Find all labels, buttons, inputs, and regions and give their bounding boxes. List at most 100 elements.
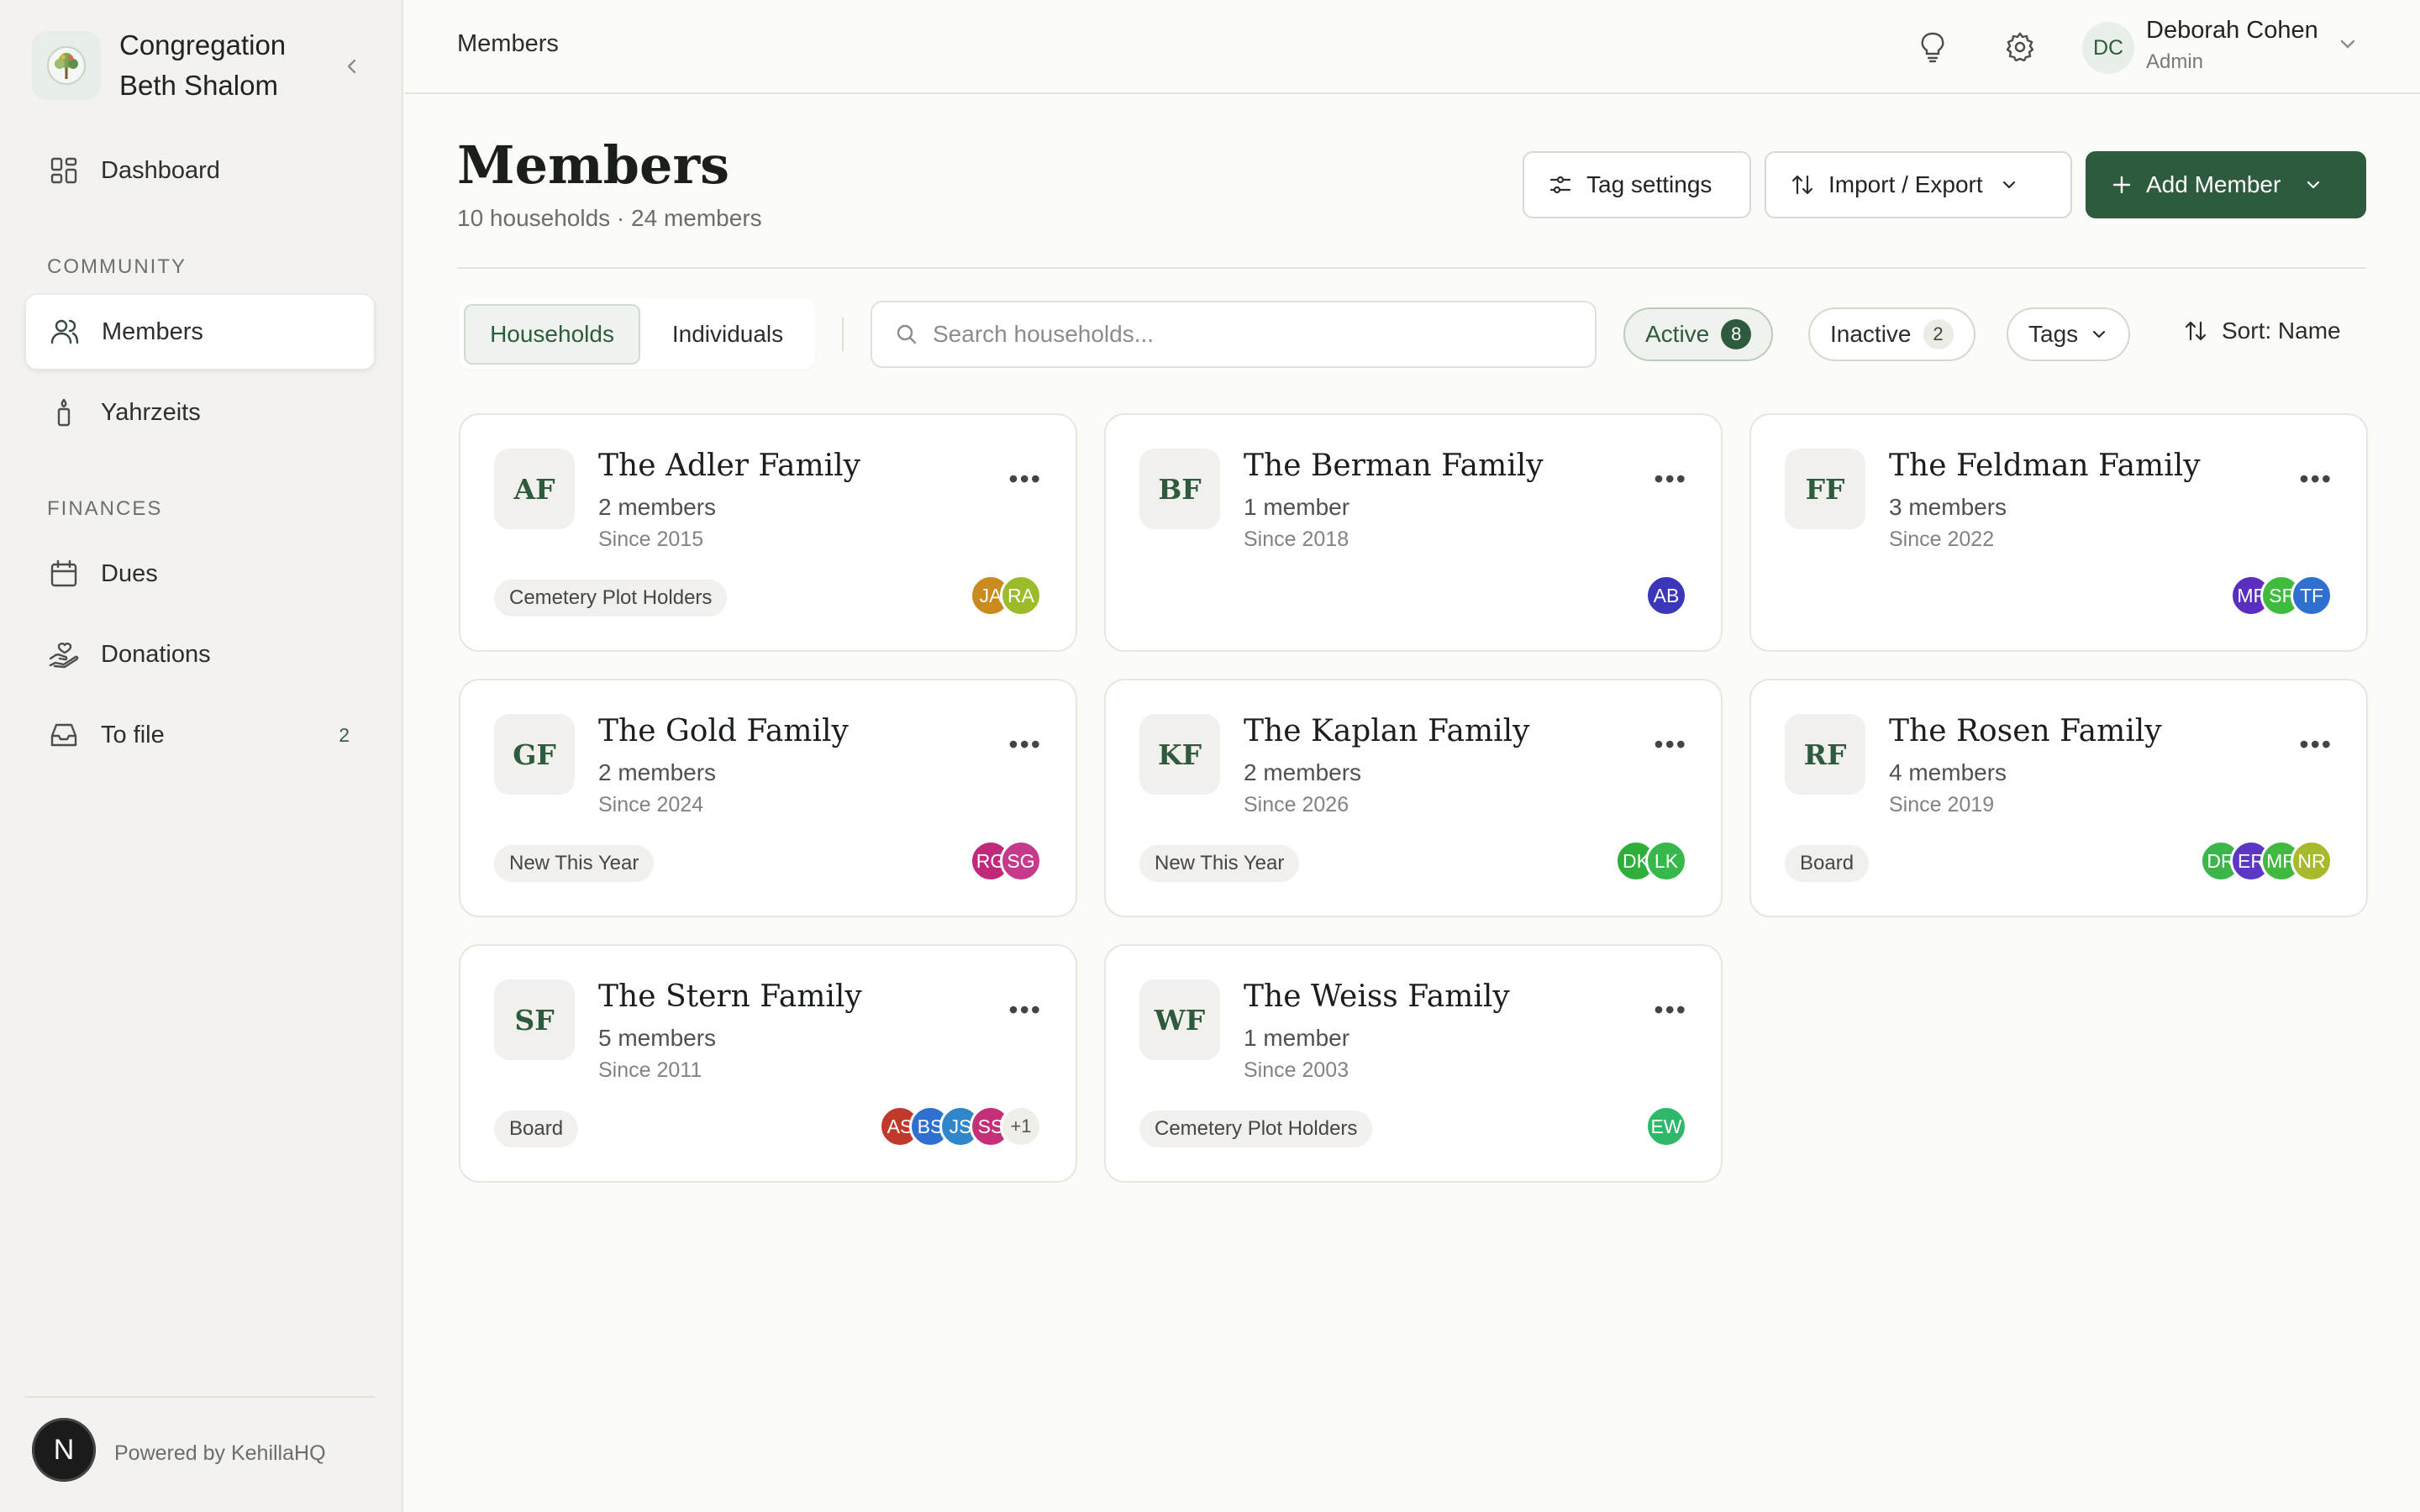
member-avatar: TF [2291, 575, 2333, 617]
household-tag: Board [1785, 845, 1870, 882]
sidebar-divider [25, 1396, 375, 1398]
household-name[interactable]: The Adler Family [598, 449, 860, 483]
user-avatar[interactable]: DC [2082, 22, 2134, 74]
sidebar-item-label: Dues [101, 559, 158, 587]
sidebar-item-label: Donations [101, 640, 211, 668]
household-monogram: AF [494, 449, 575, 529]
household-since: Since 2024 [598, 793, 704, 816]
hand-heart-icon [47, 638, 81, 671]
user-name[interactable]: Deborah Cohen [2146, 17, 2318, 45]
sliders-icon [1549, 176, 1571, 194]
active-filter-label: Active [1645, 321, 1710, 347]
more-options-icon[interactable]: ••• [1654, 729, 1687, 760]
inactive-filter-label: Inactive [1830, 321, 1912, 347]
household-member-count: 3 members [1889, 494, 2007, 520]
import-export-label: Import / Export [1828, 171, 1983, 197]
lightbulb-icon[interactable] [1914, 29, 1951, 66]
household-card[interactable]: FF The Feldman Family 3 members Since 2022 •… [1749, 413, 2368, 652]
topbar: Members DC Deborah Cohen Admin [405, 0, 2420, 94]
more-options-icon[interactable]: ••• [2299, 464, 2333, 495]
household-monogram: WF [1139, 979, 1220, 1060]
household-card[interactable]: SF The Stern Family 5 members Since 2011 •••… [459, 944, 1077, 1183]
household-member-count: 1 member [1244, 1025, 1350, 1051]
household-card[interactable]: AF The Adler Family 2 members Since 2015 •••… [459, 413, 1077, 652]
page-title: Members [457, 134, 730, 196]
sidebar-item-to-file[interactable]: To file 2 [25, 697, 375, 773]
household-name[interactable]: The Feldman Family [1889, 449, 2201, 483]
more-options-icon[interactable]: ••• [1008, 995, 1042, 1026]
filter-divider [842, 318, 844, 351]
tab-individuals[interactable]: Individuals [645, 304, 810, 365]
household-name[interactable]: The Gold Family [598, 714, 849, 748]
chevron-down-icon[interactable] [2338, 34, 2358, 58]
gear-icon[interactable] [2002, 29, 2039, 66]
chevron-down-icon [2093, 330, 2106, 339]
sidebar-item-label: Yahrzeits [101, 398, 201, 426]
n-launcher-button[interactable]: N [32, 1418, 96, 1482]
sidebar-item-yahrzeits[interactable]: Yahrzeits [25, 375, 375, 450]
household-card[interactable]: BF The Berman Family 1 member Since 2018 •••… [1104, 413, 1723, 652]
sidebar: Congregation Beth Shalom Dashboard COMMU… [0, 0, 403, 1512]
household-name[interactable]: The Rosen Family [1889, 714, 2162, 748]
member-avatar: EW [1645, 1105, 1687, 1147]
tag-settings-button[interactable]: Tag settings [1523, 151, 1751, 218]
sidebar-item-donations[interactable]: Donations [25, 617, 375, 692]
org-name-line1: Congregation [119, 29, 287, 60]
household-member-count: 2 members [598, 494, 717, 520]
search-input[interactable] [933, 321, 1571, 348]
more-members-badge: +1 [1000, 1105, 1042, 1147]
tag-settings-label: Tag settings [1586, 171, 1712, 197]
swap-vertical-icon [1791, 175, 1813, 195]
member-avatar: SG [1000, 840, 1042, 882]
org-header[interactable]: Congregation Beth Shalom [32, 25, 286, 106]
household-since: Since 2011 [598, 1058, 702, 1082]
page-subtitle: 10 households · 24 members [457, 205, 762, 231]
sort-button[interactable]: Sort: Name [2183, 318, 2341, 344]
active-count-badge: 8 [1721, 319, 1752, 349]
more-options-icon[interactable]: ••• [2299, 729, 2333, 760]
household-name[interactable]: The Berman Family [1244, 449, 1544, 483]
household-name[interactable]: The Weiss Family [1244, 979, 1510, 1014]
search-box [871, 301, 1597, 368]
household-since: Since 2022 [1889, 528, 1995, 551]
household-name[interactable]: The Kaplan Family [1244, 714, 1529, 748]
sidebar-item-members[interactable]: Members [25, 294, 375, 370]
chevron-down-icon[interactable] [2304, 176, 2323, 194]
household-name[interactable]: The Stern Family [598, 979, 862, 1014]
active-filter-pill[interactable]: Active 8 [1623, 307, 1774, 361]
more-options-icon[interactable]: ••• [1008, 729, 1042, 760]
view-toggle: Households Individuals [459, 299, 815, 370]
sidebar-item-label: Members [102, 318, 203, 345]
household-member-count: 2 members [1244, 759, 1362, 785]
more-options-icon[interactable]: ••• [1008, 464, 1042, 495]
powered-by-text: Powered by KehillaHQ [114, 1441, 326, 1465]
sort-icon [2185, 321, 2207, 341]
sidebar-item-dues[interactable]: Dues [25, 536, 375, 612]
household-since: Since 2026 [1244, 793, 1349, 816]
user-role: Admin [2146, 50, 2204, 73]
household-card[interactable]: KF The Kaplan Family 2 members Since 2026 ••… [1104, 679, 1723, 917]
household-member-count: 2 members [598, 759, 717, 785]
more-options-icon[interactable]: ••• [1654, 464, 1687, 495]
household-card[interactable]: WF The Weiss Family 1 member Since 2003 ••• C… [1104, 944, 1723, 1183]
household-member-count: 1 member [1244, 494, 1350, 520]
household-monogram: BF [1139, 449, 1220, 529]
org-logo [32, 31, 101, 100]
breadcrumb: Members [457, 30, 559, 57]
household-card[interactable]: RF The Rosen Family 4 members Since 2019 •••… [1749, 679, 2368, 917]
household-since: Since 2019 [1889, 793, 1995, 816]
collapse-sidebar-button[interactable] [338, 52, 366, 81]
sidebar-item-dashboard[interactable]: Dashboard [25, 133, 375, 208]
household-tag: New This Year [1139, 845, 1300, 882]
chevron-left-icon [347, 59, 356, 74]
member-avatar-stack: SG RG [970, 840, 1042, 887]
add-member-button[interactable]: Add Member [2086, 151, 2366, 218]
tab-households[interactable]: Households [464, 304, 640, 365]
household-since: Since 2003 [1244, 1058, 1349, 1082]
to-file-count-badge: 2 [339, 723, 350, 746]
tags-filter-dropdown[interactable]: Tags [2007, 307, 2131, 361]
inactive-filter-pill[interactable]: Inactive 2 [1808, 307, 1975, 361]
household-card[interactable]: GF The Gold Family 2 members Since 2024 ••• N… [459, 679, 1077, 917]
import-export-button[interactable]: Import / Export [1765, 151, 2072, 218]
more-options-icon[interactable]: ••• [1654, 995, 1687, 1026]
